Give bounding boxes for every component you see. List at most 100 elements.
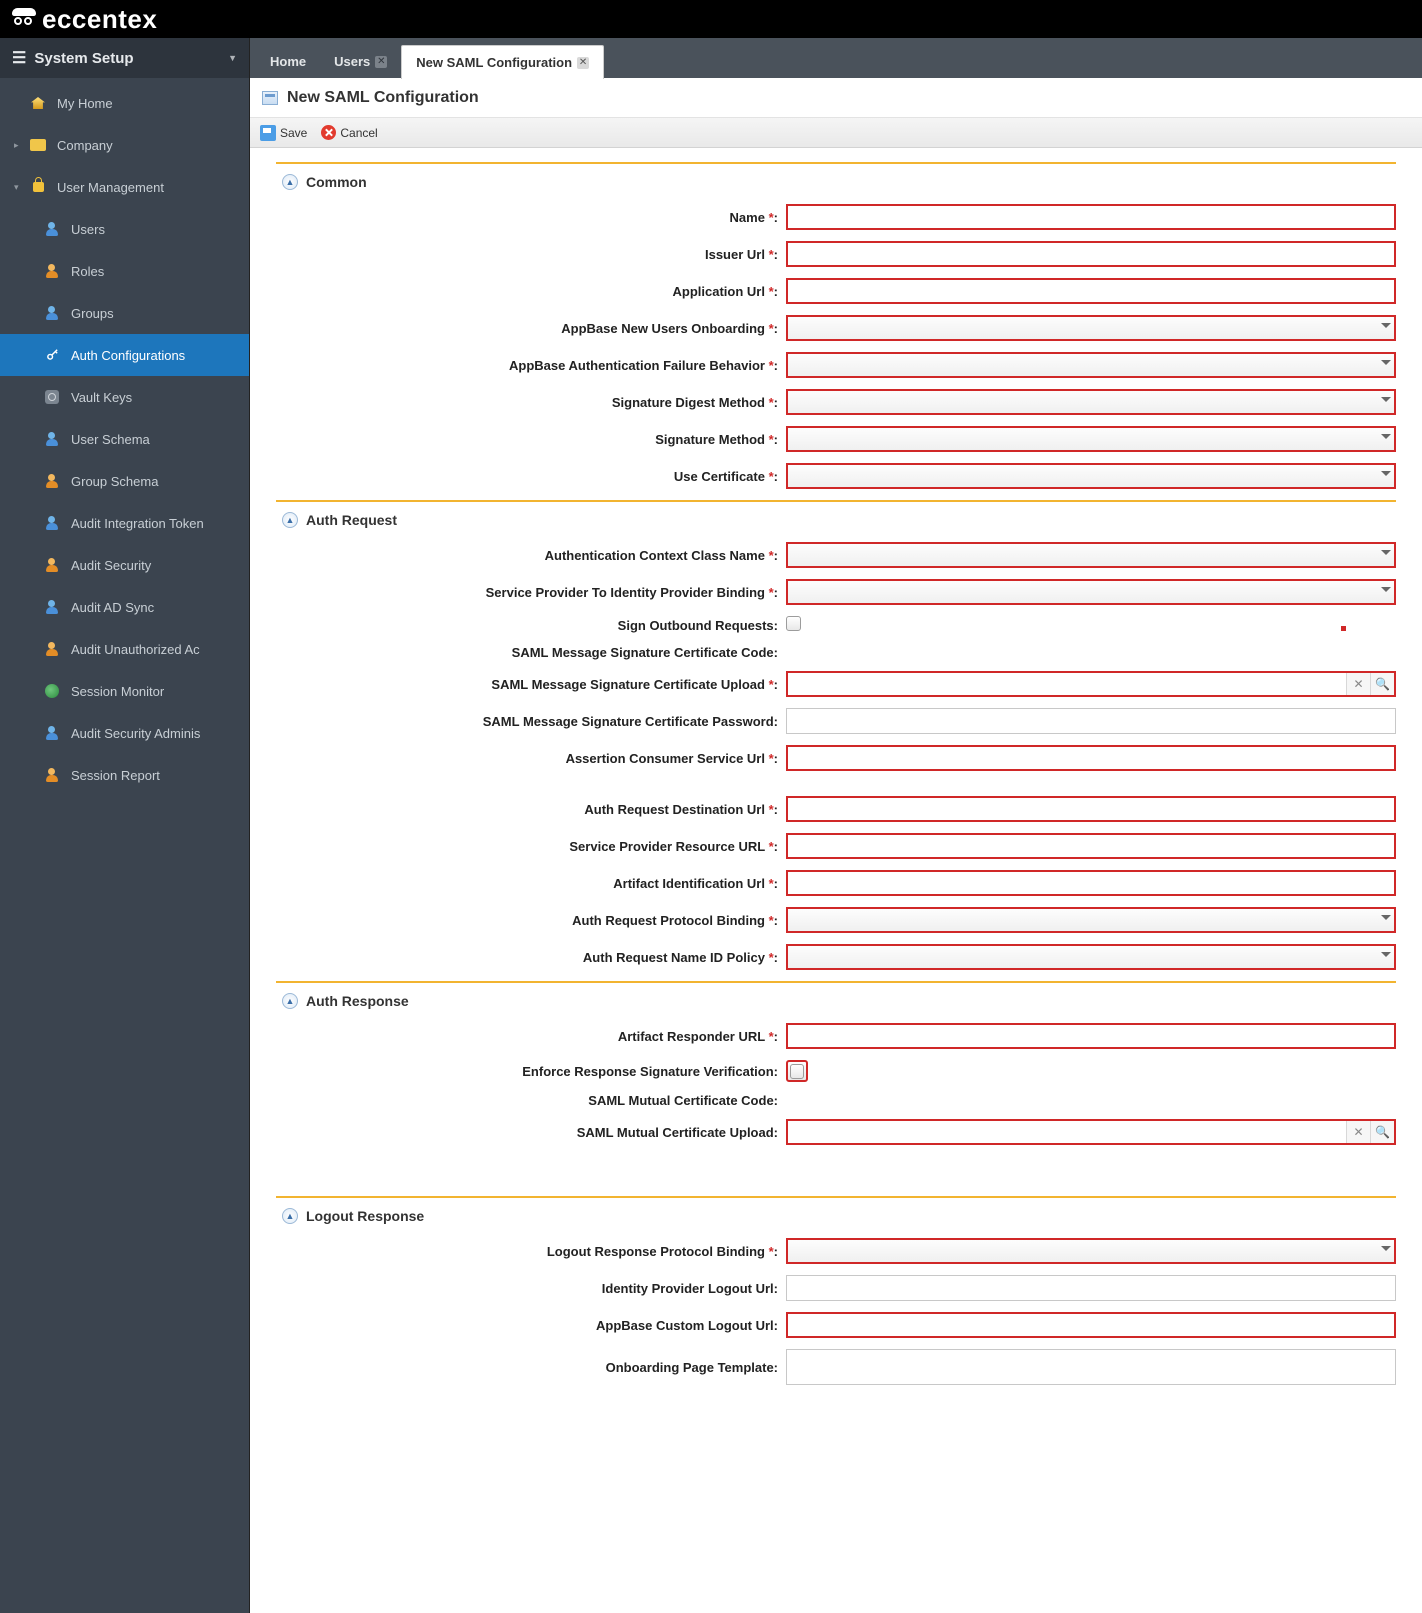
sidebar-item-group-schema[interactable]: Group Schema: [0, 460, 249, 502]
enforce-verification-checkbox-wrap: [786, 1060, 808, 1082]
browse-icon[interactable]: 🔍: [1370, 1121, 1394, 1143]
section-head-common: ▲ Common: [282, 174, 1396, 190]
acs-url-input[interactable]: [786, 745, 1396, 771]
form-area: ▲ Common Name *: Issuer Url *: Applicati…: [250, 148, 1422, 1436]
section-title: Auth Request: [306, 512, 397, 528]
sidebar-label: Session Monitor: [71, 684, 164, 699]
sidebar-title: System Setup: [34, 50, 133, 67]
user-icon: [45, 558, 59, 572]
user-icon: [45, 516, 59, 530]
main-content: Home Users✕ New SAML Configuration✕ New …: [250, 38, 1422, 1613]
onboarding-select[interactable]: [786, 315, 1396, 341]
page-title-bar: New SAML Configuration: [250, 78, 1422, 118]
collapse-icon[interactable]: ▲: [282, 993, 298, 1009]
collapse-icon[interactable]: ▲: [282, 174, 298, 190]
label-acsurl: Assertion Consumer Service Url: [566, 751, 765, 766]
label-sigcertcode: SAML Message Signature Certificate Code:: [276, 645, 786, 660]
digest-method-select[interactable]: [786, 389, 1396, 415]
label-spidp: Service Provider To Identity Provider Bi…: [486, 585, 765, 600]
sidebar-item-groups[interactable]: Groups: [0, 292, 249, 334]
logout-protocol-select[interactable]: [786, 1238, 1396, 1264]
vault-icon: [45, 390, 59, 404]
tab-home[interactable]: Home: [256, 45, 320, 78]
custom-logout-url-input[interactable]: [786, 1312, 1396, 1338]
brand-text: eccentex: [42, 4, 157, 35]
sidebar-item-vault-keys[interactable]: Vault Keys: [0, 376, 249, 418]
enforce-verification-checkbox[interactable]: [790, 1064, 804, 1079]
close-icon[interactable]: ✕: [577, 57, 589, 69]
application-url-input[interactable]: [786, 278, 1396, 304]
sidebar-label: Groups: [71, 306, 114, 321]
section-head-request: ▲ Auth Request: [282, 512, 1396, 528]
sidebar-item-user-management[interactable]: ▾ User Management: [0, 166, 249, 208]
context-class-select[interactable]: [786, 542, 1396, 568]
sidebar-item-roles[interactable]: Roles: [0, 250, 249, 292]
section-title: Common: [306, 174, 367, 190]
sidebar-item-audit-security[interactable]: Audit Security: [0, 544, 249, 586]
user-icon: [45, 474, 59, 488]
session-icon: [45, 684, 59, 698]
browse-icon[interactable]: 🔍: [1370, 673, 1394, 695]
idp-logout-url-input[interactable]: [786, 1275, 1396, 1301]
sidebar-item-users[interactable]: Users: [0, 208, 249, 250]
sign-outbound-checkbox[interactable]: [786, 616, 801, 631]
label-authfail: AppBase Authentication Failure Behavior: [509, 358, 765, 373]
sidebar-item-audit-ad-sync[interactable]: Audit AD Sync: [0, 586, 249, 628]
close-icon[interactable]: ✕: [375, 56, 387, 68]
user-icon: [45, 222, 59, 236]
mutual-cert-upload-input[interactable]: [788, 1121, 1346, 1143]
artifact-id-url-input[interactable]: [786, 870, 1396, 896]
sidebar-item-session-report[interactable]: Session Report: [0, 754, 249, 796]
sidebar-label: Audit Security: [71, 558, 151, 573]
user-icon: [45, 726, 59, 740]
sp-idp-binding-select[interactable]: [786, 579, 1396, 605]
tab-users[interactable]: Users ✕: [320, 45, 401, 78]
section-divider: [276, 500, 1396, 502]
collapse-icon[interactable]: ▾: [14, 182, 24, 193]
sidebar-item-company[interactable]: ▸ Company: [0, 124, 249, 166]
page-title: New SAML Configuration: [287, 89, 479, 107]
auth-failure-select[interactable]: [786, 352, 1396, 378]
signature-method-select[interactable]: [786, 426, 1396, 452]
section-divider: [276, 1196, 1396, 1198]
onboarding-template-input[interactable]: [786, 1349, 1396, 1385]
protocol-binding-select[interactable]: [786, 907, 1396, 933]
label-mutcertup: SAML Mutual Certificate Upload:: [276, 1125, 786, 1140]
caret-down-icon[interactable]: ▼: [228, 53, 237, 63]
sidebar-label: Session Report: [71, 768, 160, 783]
tab-label: Home: [270, 54, 306, 69]
section-head-response: ▲ Auth Response: [282, 993, 1396, 1009]
expand-icon[interactable]: ▸: [14, 140, 24, 151]
collapse-icon[interactable]: ▲: [282, 1208, 298, 1224]
save-button[interactable]: Save: [256, 123, 311, 143]
sig-cert-password-input[interactable]: [786, 708, 1396, 734]
destination-url-input[interactable]: [786, 796, 1396, 822]
sidebar-item-auth-configurations[interactable]: Auth Configurations: [0, 334, 249, 376]
label-onboardtpl: Onboarding Page Template:: [276, 1360, 786, 1375]
clear-icon[interactable]: ✕: [1346, 673, 1370, 695]
brand-logo: eccentex: [10, 4, 157, 35]
cancel-button[interactable]: Cancel: [317, 123, 381, 142]
label-onboard: AppBase New Users Onboarding: [561, 321, 765, 336]
artifact-responder-url-input[interactable]: [786, 1023, 1396, 1049]
clear-icon[interactable]: ✕: [1346, 1121, 1370, 1143]
sp-resource-url-input[interactable]: [786, 833, 1396, 859]
use-certificate-select[interactable]: [786, 463, 1396, 489]
collapse-icon[interactable]: ▲: [282, 512, 298, 528]
tab-label: Users: [334, 54, 370, 69]
name-input[interactable]: [786, 204, 1396, 230]
sidebar-item-audit-sec-admin[interactable]: Audit Security Adminis: [0, 712, 249, 754]
sidebar-item-my-home[interactable]: My Home: [0, 82, 249, 124]
sig-cert-upload-input[interactable]: [788, 673, 1346, 695]
hamburger-icon[interactable]: ☰: [12, 48, 26, 68]
sidebar-label: Roles: [71, 264, 104, 279]
issuer-url-input[interactable]: [786, 241, 1396, 267]
sidebar-item-audit-unauthorized[interactable]: Audit Unauthorized Ac: [0, 628, 249, 670]
user-icon: [45, 600, 59, 614]
tab-new-saml[interactable]: New SAML Configuration✕: [401, 45, 604, 79]
sidebar-item-session-monitor[interactable]: Session Monitor: [0, 670, 249, 712]
sidebar-item-audit-integration-token[interactable]: Audit Integration Token: [0, 502, 249, 544]
sidebar-header[interactable]: ☰ System Setup ▼: [0, 38, 249, 78]
sidebar-item-user-schema[interactable]: User Schema: [0, 418, 249, 460]
name-id-policy-select[interactable]: [786, 944, 1396, 970]
